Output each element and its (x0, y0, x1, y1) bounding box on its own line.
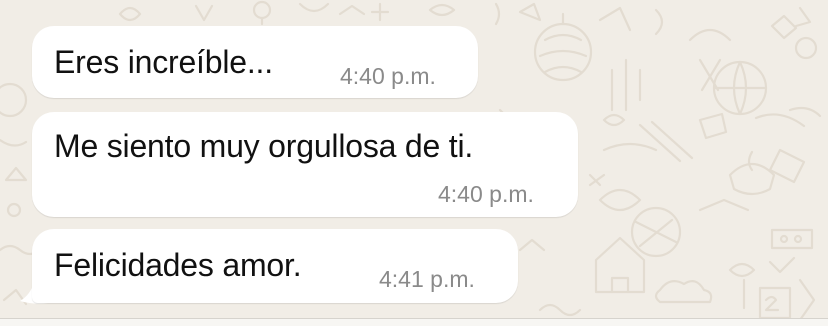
chat-view[interactable]: Eres increíble... 4:40 p.m. Me siento mu… (0, 0, 828, 326)
message-timestamp: 4:40 p.m. (340, 63, 436, 89)
globe-doodle (0, 82, 28, 118)
message-text: Felicidades amor. (54, 247, 302, 283)
chopsticks-doodle (638, 120, 694, 163)
calendar-doodle (770, 228, 814, 250)
message-timestamp: 4:41 p.m. (379, 266, 475, 292)
message-bubble[interactable]: Me siento muy orgullosa de ti. 4:40 p.m. (32, 112, 578, 217)
balloon-doodle (252, 0, 272, 20)
message-text: Me siento muy orgullosa de ti. (54, 128, 474, 164)
composer-top-edge (0, 318, 828, 326)
message-bubble[interactable]: Eres increíble... 4:40 p.m. (32, 26, 478, 98)
star-doodle (370, 2, 390, 22)
message-timestamp: 4:40 p.m. (438, 181, 534, 207)
message-text: Eres increíble... (54, 44, 273, 80)
cloud-doodle (654, 279, 713, 304)
message-bubble[interactable]: Felicidades amor. 4:41 p.m. (32, 229, 518, 303)
